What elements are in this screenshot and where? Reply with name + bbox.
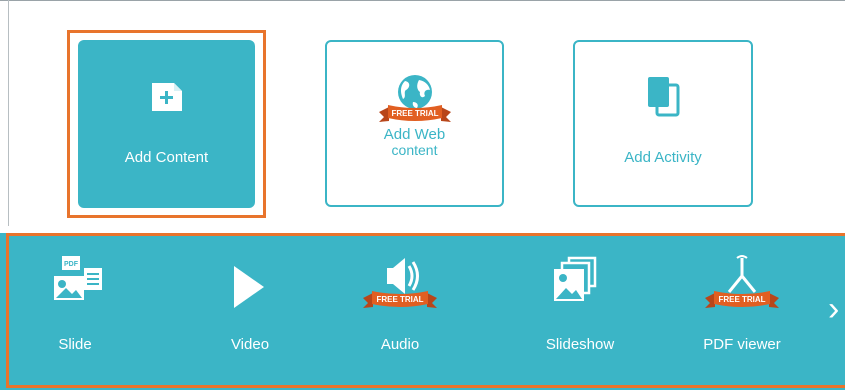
add-web-label-line1: Add Web: [383, 126, 446, 143]
add-content-button[interactable]: Add Content: [78, 40, 255, 208]
slideshow-label: Slideshow: [545, 336, 615, 353]
pdf-free-trial-text: FREE TRIAL: [718, 295, 765, 304]
add-web-content-button[interactable]: FREE TRIAL Add Web content: [325, 40, 504, 207]
add-web-label-line2: content: [391, 142, 438, 158]
free-trial-badge-text: FREE TRIAL: [391, 109, 438, 118]
audio-free-trial-text: FREE TRIAL: [376, 295, 423, 304]
scroll-right-chevron-icon[interactable]: ›: [828, 292, 839, 326]
left-border: [8, 0, 9, 226]
add-activity-button[interactable]: Add Activity: [573, 40, 753, 207]
slide-icon: PDF: [54, 256, 102, 300]
slide-tool[interactable]: PDF Slide: [30, 256, 140, 362]
add-file-icon: [151, 83, 182, 111]
top-border: [0, 0, 845, 1]
globe-icon: FREE TRIAL: [378, 75, 451, 122]
pdf-viewer-tool[interactable]: FREE TRIAL PDF viewer: [687, 255, 797, 362]
slideshow-icon: [554, 256, 597, 301]
video-label: Video: [230, 336, 270, 353]
slide-label: Slide: [58, 336, 92, 353]
add-activity-label: Add Activity: [624, 149, 702, 166]
slideshow-tool[interactable]: Slideshow: [525, 256, 635, 362]
add-content-label: Add Content: [124, 149, 209, 166]
audio-icon: FREE TRIAL: [363, 258, 437, 308]
audio-tool[interactable]: FREE TRIAL Audio: [345, 258, 455, 362]
video-icon: [234, 266, 264, 308]
pdf-viewer-label: PDF viewer: [703, 336, 781, 353]
activity-icon: [648, 77, 680, 117]
add-web-label: Add Web content: [384, 126, 445, 158]
svg-text:PDF: PDF: [64, 261, 79, 268]
pdf-icon: FREE TRIAL: [705, 255, 779, 308]
video-tool[interactable]: Video: [195, 262, 305, 362]
audio-label: Audio: [380, 336, 420, 353]
